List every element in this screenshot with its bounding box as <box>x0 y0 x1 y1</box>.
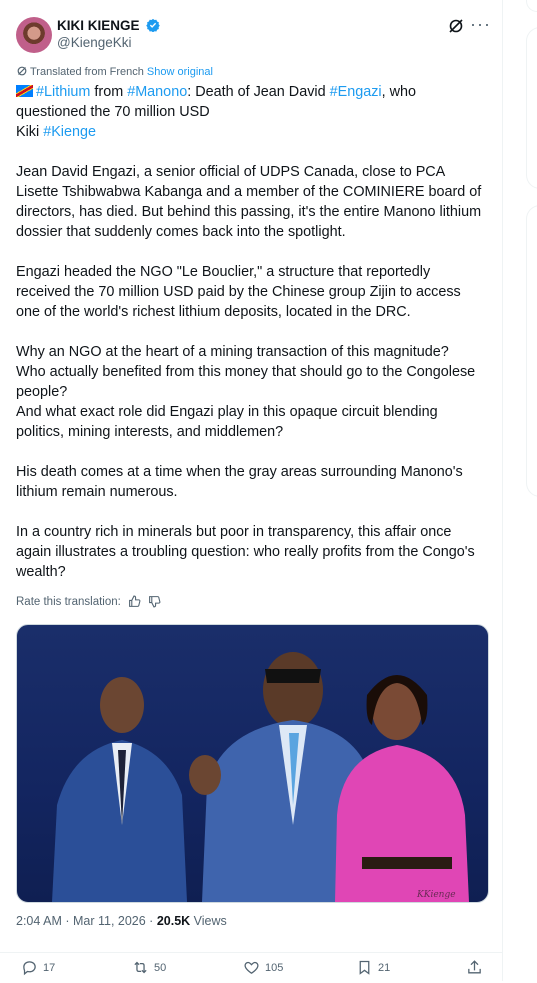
tweet-text-fragment: from <box>90 84 128 100</box>
hashtag-engazi[interactable]: #Engazi <box>330 84 382 100</box>
grok-icon[interactable] <box>448 18 464 34</box>
verified-badge-icon <box>146 18 161 32</box>
photo-illustration: KKienge <box>52 652 469 902</box>
tweet-paragraph-1: #Lithium from #Manono: Death of Jean Dav… <box>16 82 488 142</box>
translated-from-label: Translated from French <box>30 66 144 78</box>
repost-button[interactable]: 50 <box>132 959 166 976</box>
tweet-paragraph-5: His death comes at a time when the gray … <box>16 464 463 500</box>
show-original-link[interactable]: Show original <box>147 66 213 78</box>
share-icon <box>468 960 481 974</box>
bookmark-count: 21 <box>378 961 391 974</box>
hashtag-manono[interactable]: #Manono <box>127 84 187 100</box>
bookmark-icon <box>359 960 370 975</box>
tweet-paragraph-2: Jean David Engazi, a senior official of … <box>16 164 482 240</box>
hashtag-lithium[interactable]: #Lithium <box>36 84 90 100</box>
sidebar-card-edge <box>526 27 537 189</box>
author-handle[interactable]: @KiengeKki <box>57 35 132 50</box>
more-options-icon[interactable]: ··· <box>470 14 491 35</box>
views-label: Views <box>190 914 227 928</box>
photo-person-right-dress <box>335 745 469 902</box>
bookmark-button[interactable]: 21 <box>356 959 390 976</box>
translation-note: Translated from French Show original <box>17 66 213 78</box>
thumbs-down-icon[interactable] <box>148 595 161 608</box>
heart-icon <box>244 961 259 974</box>
tweet-text-fragment: Kiki <box>16 124 44 140</box>
sidebar-card-edge <box>526 205 537 497</box>
photo-person-left-head <box>100 677 144 733</box>
tweet-text: #Lithium from #Manono: Death of Jean Dav… <box>16 82 488 602</box>
tweet-meta: 2:04 AM · Mar 11, 2026 · 20.5K Views <box>16 914 227 928</box>
share-button[interactable] <box>466 959 483 976</box>
tweet-paragraph-6: In a country rich in minerals but poor i… <box>16 524 475 580</box>
drc-flag-icon <box>16 85 33 97</box>
reply-count: 17 <box>43 961 56 974</box>
translate-icon <box>17 66 27 76</box>
avatar[interactable] <box>16 17 52 53</box>
repost-count: 50 <box>154 961 167 974</box>
sidebar-card-edge <box>526 0 537 12</box>
tweet-photo[interactable]: KKienge <box>16 624 489 903</box>
tweet-actions: 17 50 105 21 <box>0 952 502 983</box>
tweet-paragraph-4: Why an NGO at the heart of a mining tran… <box>16 344 476 440</box>
tweet-text-fragment: : Death of Jean David <box>187 84 330 100</box>
like-count: 105 <box>265 961 284 974</box>
author-name-row[interactable]: KIKI KIENGE <box>57 18 161 33</box>
photo-watermark: KKienge <box>416 890 456 900</box>
photo-person-center-head <box>263 652 323 728</box>
views-count: 20.5K <box>156 914 191 928</box>
timeline-column: KIKI KIENGE @KiengeKki ··· Translated fr… <box>0 0 503 981</box>
rate-translation-label: Rate this translation: <box>16 596 121 608</box>
like-button[interactable]: 105 <box>243 959 283 976</box>
reply-icon <box>23 961 36 976</box>
author-name[interactable]: KIKI KIENGE <box>57 18 140 33</box>
thumbs-up-icon[interactable] <box>128 595 141 608</box>
repost-icon <box>134 961 147 974</box>
timestamp[interactable]: 2:04 AM · Mar 11, 2026 · <box>16 914 157 928</box>
rate-translation: Rate this translation: <box>16 595 161 608</box>
tweet-paragraph-3: Engazi headed the NGO "Le Bouclier," a s… <box>16 264 461 320</box>
reply-button[interactable]: 17 <box>21 959 55 976</box>
hashtag-kienge[interactable]: #Kienge <box>43 124 96 140</box>
